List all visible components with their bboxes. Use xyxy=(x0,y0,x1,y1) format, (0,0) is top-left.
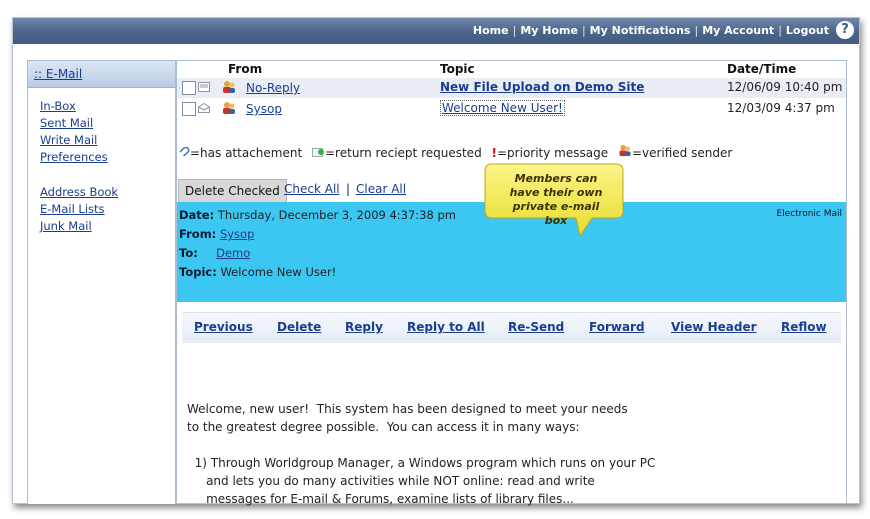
nav-my-notifications[interactable]: My Notifications xyxy=(590,24,691,37)
body-line: messages for E-mail & Forums, examine li… xyxy=(187,492,574,506)
sidebar-item-sent-mail[interactable]: Sent Mail xyxy=(40,115,93,132)
sidebar-item-address-book[interactable]: Address Book xyxy=(40,184,118,201)
icon-legend: =has attachement =return reciept request… xyxy=(179,144,738,160)
row-from[interactable]: Sysop xyxy=(246,102,282,116)
message-to[interactable]: Demo xyxy=(216,246,250,260)
previous-button[interactable]: Previous xyxy=(194,320,253,334)
sidebar-links: In-Box Sent Mail Write Mail Preferences … xyxy=(28,88,175,235)
main-panel: From Topic Date/Time No-Reply New File U… xyxy=(176,60,847,506)
help-icon[interactable]: ? xyxy=(836,21,854,39)
row-date: 12/03/09 4:37 pm xyxy=(727,101,835,115)
legend-receipt: =return reciept requested xyxy=(325,146,482,160)
legend-verified: =verified sender xyxy=(631,146,733,160)
column-header-topic[interactable]: Topic xyxy=(440,62,475,76)
table-row[interactable]: No-Reply New File Upload on Demo Site 12… xyxy=(177,78,846,98)
reply-to-all-button[interactable]: Reply to All xyxy=(407,320,485,334)
row-topic[interactable]: New File Upload on Demo Site xyxy=(440,80,644,94)
sidebar-item-inbox[interactable]: In-Box xyxy=(40,98,76,115)
open-envelope-icon xyxy=(198,82,210,92)
row-checkbox[interactable] xyxy=(182,81,196,95)
delete-button[interactable]: Delete xyxy=(277,320,321,334)
check-all-link[interactable]: Check All xyxy=(284,182,340,196)
verified-sender-icon xyxy=(223,81,235,93)
date-label: Date: xyxy=(179,208,215,222)
paperclip-icon xyxy=(179,146,190,157)
top-nav-links: Home | My Home | My Notifications | My Account… xyxy=(472,24,829,37)
return-receipt-icon xyxy=(312,148,324,157)
row-checkbox[interactable] xyxy=(182,102,196,116)
row-date: 12/06/09 10:40 pm xyxy=(727,80,843,94)
sidebar-item-preferences[interactable]: Preferences xyxy=(40,149,108,166)
message-toolbar: Previous Delete Reply Reply to All Re-Se… xyxy=(182,312,841,343)
message-topic: Welcome New User! xyxy=(220,265,337,279)
row-from[interactable]: No-Reply xyxy=(246,81,300,95)
forward-button[interactable]: Forward xyxy=(589,320,645,334)
actions-separator: | xyxy=(346,182,351,196)
body-line: 1) Through Worldgroup Manager, a Windows… xyxy=(187,456,656,470)
column-header-date[interactable]: Date/Time xyxy=(727,62,796,76)
read-envelope-icon xyxy=(198,103,210,113)
reply-button[interactable]: Reply xyxy=(345,320,383,334)
nav-my-home[interactable]: My Home xyxy=(520,24,578,37)
legend-attachment: =has attachement xyxy=(190,146,303,160)
message-from[interactable]: Sysop xyxy=(220,227,254,241)
sidebar-title: :: E-Mail xyxy=(28,61,175,88)
resend-button[interactable]: Re-Send xyxy=(508,320,564,334)
nav-logout[interactable]: Logout xyxy=(786,24,829,37)
body-line xyxy=(187,436,655,454)
verified-sender-icon xyxy=(223,102,235,114)
row-topic[interactable]: Welcome New User! xyxy=(440,100,565,116)
sidebar-item-email-lists[interactable]: E-Mail Lists xyxy=(40,201,105,218)
reflow-button[interactable]: Reflow xyxy=(781,320,827,334)
message-type-label: Electronic Mail xyxy=(776,209,842,219)
clear-all-link[interactable]: Clear All xyxy=(356,182,406,196)
message-date: Thursday, December 3, 2009 4:37:38 pm xyxy=(217,208,456,222)
top-navigation-bar: Home | My Home | My Notifications | My Account… xyxy=(13,18,859,44)
legend-priority: =priority message xyxy=(497,146,609,160)
sidebar: :: E-Mail In-Box Sent Mail Write Mail Pr… xyxy=(27,60,176,504)
body-line: Welcome, new user! This system has been … xyxy=(187,402,628,416)
delete-checked-button[interactable]: Delete Checked xyxy=(178,179,287,203)
body-line: to the greatest degree possible. You can… xyxy=(187,420,580,434)
table-row[interactable]: Sysop Welcome New User! 12/03/09 4:37 pm xyxy=(177,99,846,119)
to-label: To: xyxy=(179,246,198,260)
nav-home[interactable]: Home xyxy=(473,24,509,37)
sidebar-item-junk-mail[interactable]: Junk Mail xyxy=(40,218,92,235)
sidebar-item-write-mail[interactable]: Write Mail xyxy=(40,132,97,149)
verified-sender-icon xyxy=(619,144,631,157)
sidebar-title-label[interactable]: :: E-Mail xyxy=(34,67,82,81)
body-line: and lets you do many activities while NO… xyxy=(187,474,595,488)
callout-text: Members can have their own private e-mai… xyxy=(509,172,603,227)
from-label: From: xyxy=(179,227,217,241)
app-window: Home | My Home | My Notifications | My Account… xyxy=(12,17,860,506)
nav-my-account[interactable]: My Account xyxy=(702,24,774,37)
column-header-from[interactable]: From xyxy=(228,62,262,76)
view-header-button[interactable]: View Header xyxy=(671,320,757,334)
topic-label: Topic: xyxy=(179,265,217,279)
message-body: Welcome, new user! This system has been … xyxy=(187,400,655,508)
